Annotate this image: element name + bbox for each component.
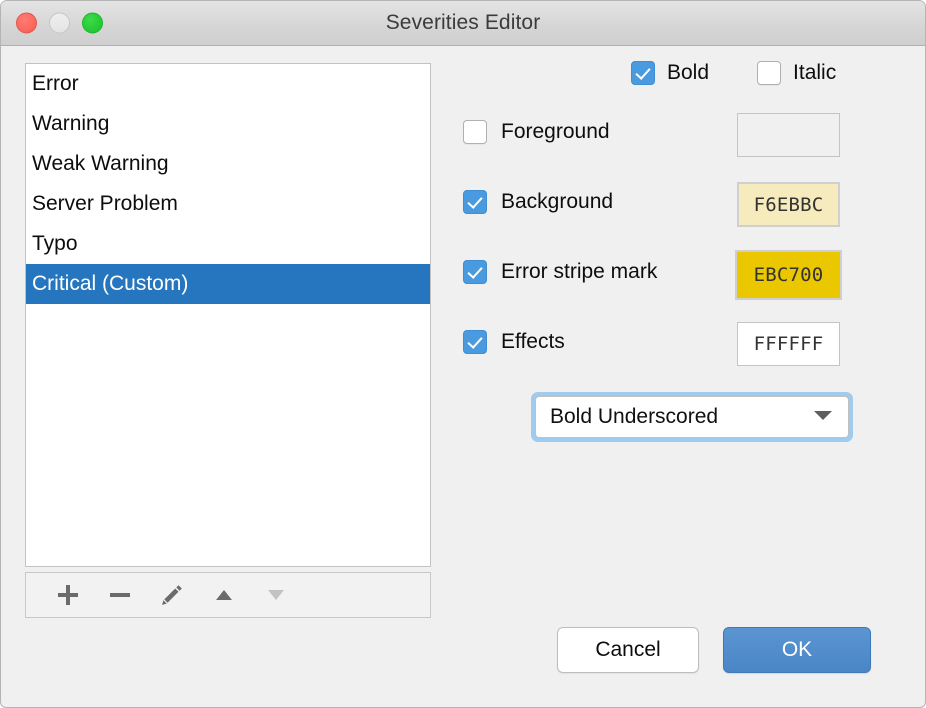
effect-type-value: Bold Underscored — [550, 405, 812, 429]
background-label: Background — [501, 190, 613, 214]
severity-list-panel: Error Warning Weak Warning Server Proble… — [25, 63, 431, 614]
chevron-down-icon — [812, 408, 834, 427]
effects-row: Effects — [463, 330, 915, 354]
error-stripe-mark-label: Error stripe mark — [501, 260, 657, 284]
list-item-selected[interactable]: Critical (Custom) — [26, 264, 430, 304]
foreground-row: Foreground — [463, 120, 915, 144]
minus-icon — [107, 582, 133, 608]
window-title: Severities Editor — [386, 11, 541, 35]
pencil-icon — [158, 581, 186, 609]
add-severity-button[interactable] — [42, 575, 94, 615]
italic-checkbox-group[interactable]: Italic — [757, 61, 836, 85]
list-item[interactable]: Warning — [26, 104, 430, 144]
error-stripe-mark-row: Error stripe mark — [463, 260, 915, 284]
move-down-button[interactable] — [250, 575, 302, 615]
bold-checkbox-group[interactable]: Bold — [631, 61, 709, 85]
error-stripe-mark-checkbox[interactable] — [463, 260, 487, 284]
dialog-footer: Cancel OK — [557, 627, 871, 673]
severity-list-toolbar — [25, 572, 431, 618]
arrow-up-icon — [211, 582, 237, 608]
list-item[interactable]: Server Problem — [26, 184, 430, 224]
background-row: Background — [463, 190, 915, 214]
maximize-button-icon[interactable] — [82, 13, 103, 34]
effects-color-swatch[interactable]: FFFFFF — [737, 322, 840, 366]
window-controls — [16, 13, 103, 34]
arrow-down-icon — [263, 582, 289, 608]
move-up-button[interactable] — [198, 575, 250, 615]
font-style-row: Bold Italic — [631, 61, 836, 85]
ok-button[interactable]: OK — [723, 627, 871, 673]
error-stripe-mark-color-swatch[interactable]: EBC700 — [735, 250, 842, 300]
bold-label: Bold — [667, 61, 709, 85]
list-item[interactable]: Typo — [26, 224, 430, 264]
window-titlebar: Severities Editor — [1, 1, 925, 46]
foreground-label: Foreground — [501, 120, 610, 144]
foreground-checkbox[interactable] — [463, 120, 487, 144]
list-item[interactable]: Error — [26, 64, 430, 104]
minimize-button-icon[interactable] — [49, 13, 70, 34]
bold-checkbox[interactable] — [631, 61, 655, 85]
italic-checkbox[interactable] — [757, 61, 781, 85]
effects-checkbox[interactable] — [463, 330, 487, 354]
italic-label: Italic — [793, 61, 836, 85]
dialog-content: Error Warning Weak Warning Server Proble… — [1, 47, 926, 708]
cancel-button[interactable]: Cancel — [557, 627, 699, 673]
severity-settings-panel: Bold Italic Foreground Background F6EBBC — [449, 47, 915, 708]
effects-label: Effects — [501, 330, 565, 354]
plus-icon — [55, 582, 81, 608]
foreground-color-swatch[interactable] — [737, 113, 840, 157]
remove-severity-button[interactable] — [94, 575, 146, 615]
background-color-swatch[interactable]: F6EBBC — [737, 182, 840, 227]
severity-list[interactable]: Error Warning Weak Warning Server Proble… — [25, 63, 431, 567]
close-button-icon[interactable] — [16, 13, 37, 34]
effect-type-dropdown[interactable]: Bold Underscored — [535, 396, 849, 438]
severities-editor-window: Severities Editor Error Warning Weak War… — [0, 0, 926, 708]
list-item[interactable]: Weak Warning — [26, 144, 430, 184]
edit-severity-button[interactable] — [146, 575, 198, 615]
background-checkbox[interactable] — [463, 190, 487, 214]
effect-type-focus-ring: Bold Underscored — [531, 392, 853, 442]
